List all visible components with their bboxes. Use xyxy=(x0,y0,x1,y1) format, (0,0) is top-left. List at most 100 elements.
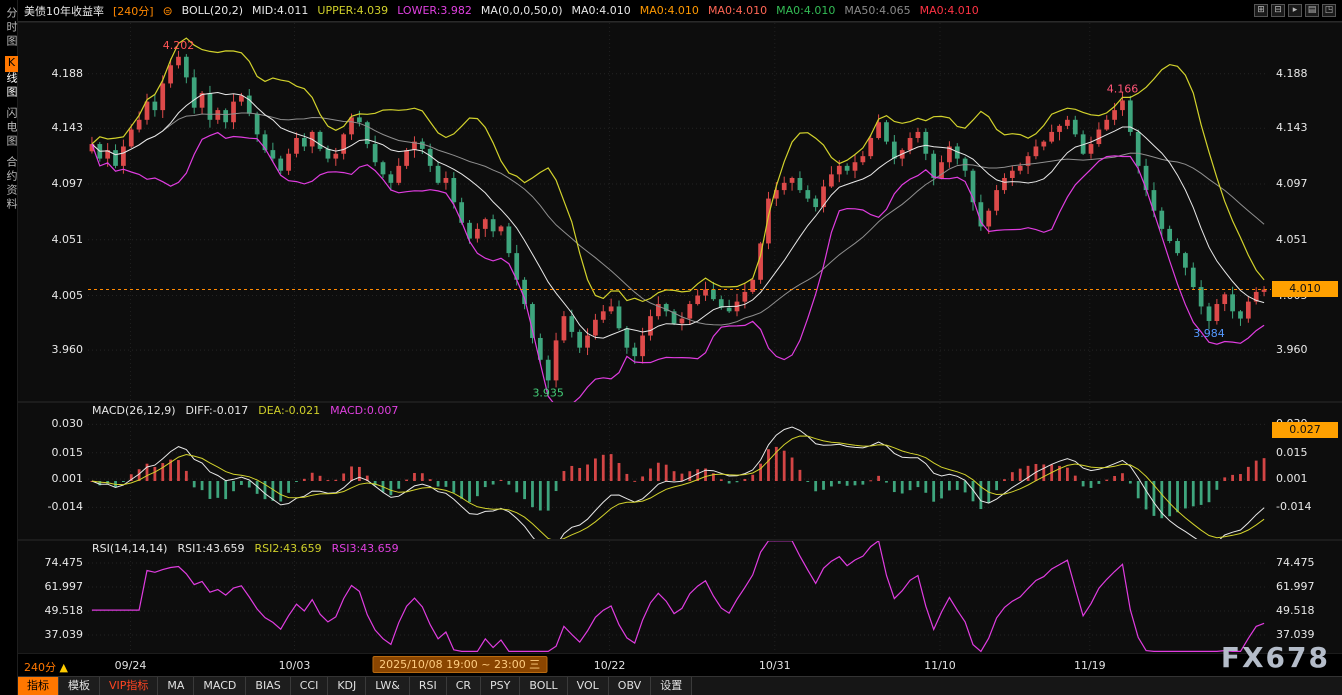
rsi-axis-label: 37.039 xyxy=(1276,629,1338,641)
rsi-axis-label: 74.475 xyxy=(1276,557,1338,569)
toolbar-item-2[interactable]: 模板 xyxy=(59,677,100,695)
price-axis-label: 3.960 xyxy=(1276,344,1338,356)
macd-axis-label: 0.001 xyxy=(1276,473,1338,485)
rsi-axis-label: 74.475 xyxy=(21,557,83,569)
sidebar-item-2[interactable]: K线图 xyxy=(3,56,19,100)
sidebar-item-4[interactable]: 合约资料 xyxy=(3,156,19,212)
layout-grid-icon[interactable]: ⊞ xyxy=(1254,4,1268,17)
macd-label: MACD(26,12,9) xyxy=(92,404,176,417)
rsi1-value: RSI1:43.659 xyxy=(177,542,244,555)
price-axis-label: 4.188 xyxy=(1276,68,1338,80)
chart-canvas[interactable]: 4.202 4.166 3.935 3.984 xyxy=(0,0,1342,695)
rsi2-value: RSI2:43.659 xyxy=(255,542,322,555)
play-icon[interactable]: ▸ xyxy=(1288,4,1302,17)
ma-value-2: MA0:4.010 xyxy=(640,4,699,17)
ma-value-6: MA0:4.010 xyxy=(920,4,979,17)
bottom-toolbar: 指标模板VIP指标MAMACDBIASCCIKDJLW&RSICRPSYBOLL… xyxy=(18,676,1342,695)
svg-text:4.202: 4.202 xyxy=(163,39,195,52)
macd-dea-value: DEA:-0.021 xyxy=(258,404,320,417)
ma-value-4: MA0:4.010 xyxy=(776,4,835,17)
toolbar-item-5[interactable]: MACD xyxy=(194,677,246,695)
x-axis-tick: 11/19 xyxy=(1074,659,1106,672)
macd-header: MACD(26,12,9) DIFF:-0.017 DEA:-0.021 MAC… xyxy=(92,404,398,417)
price-axis-label: 4.005 xyxy=(21,290,83,302)
ma-label: MA(0,0,0,50,0) xyxy=(481,4,563,17)
trading-terminal: 4.202 4.166 3.935 3.984 分时图 K线图闪电图合约资料 美债10年… xyxy=(0,0,1342,695)
rsi-header: RSI(14,14,14) RSI1:43.659 RSI2:43.659 RS… xyxy=(92,542,399,555)
ma-value-3: MA0:4.010 xyxy=(708,4,767,17)
price-axis-label: 3.960 xyxy=(21,344,83,356)
price-axis-label: 4.143 xyxy=(21,122,83,134)
rsi-label: RSI(14,14,14) xyxy=(92,542,167,555)
window-controls: ⊞⊟▸▤◳ xyxy=(1251,4,1336,17)
price-axis-label: 4.097 xyxy=(21,178,83,190)
toolbar-item-1[interactable]: 指标 xyxy=(18,677,59,695)
x-axis-tick: 10/31 xyxy=(759,659,791,672)
last-price-badge: 4.010 xyxy=(1272,281,1338,297)
svg-text:4.166: 4.166 xyxy=(1107,82,1139,95)
toolbar-item-12[interactable]: PSY xyxy=(481,677,520,695)
toolbar-item-11[interactable]: CR xyxy=(447,677,481,695)
watermark: FX678 xyxy=(1221,641,1330,674)
layout-rows-icon[interactable]: ▤ xyxy=(1305,4,1319,17)
macd-value: MACD:0.007 xyxy=(330,404,398,417)
symbol-title: 美债10年收益率 xyxy=(24,3,104,19)
price-axis-label: 4.097 xyxy=(1276,178,1338,190)
macd-diff-value: DIFF:-0.017 xyxy=(186,404,249,417)
macd-axis-label: 0.015 xyxy=(21,447,83,459)
boll-mid-value: MID:4.011 xyxy=(252,4,308,17)
price-axis-label: 4.051 xyxy=(21,234,83,246)
rsi-axis-label: 49.518 xyxy=(21,605,83,617)
ma-values: MA0:4.010 MA0:4.010 MA0:4.010 MA0:4.010 MA50… xyxy=(572,4,979,17)
rsi3-value: RSI3:43.659 xyxy=(332,542,399,555)
price-axis-label: 4.051 xyxy=(1276,234,1338,246)
toolbar-item-9[interactable]: LW& xyxy=(366,677,410,695)
x-axis-tick: 11/10 xyxy=(924,659,956,672)
left-sidebar: 分时图 K线图闪电图合约资料 xyxy=(0,0,18,695)
boll-label: BOLL(20,2) xyxy=(182,4,243,17)
macd-axis-label: 0.001 xyxy=(21,473,83,485)
hotkey-badge: K xyxy=(5,56,18,72)
toolbar-item-16[interactable]: 设置 xyxy=(651,677,692,695)
rsi-axis-label: 61.997 xyxy=(21,581,83,593)
macd-axis-label: -0.014 xyxy=(1276,501,1338,513)
toolbar-item-6[interactable]: BIAS xyxy=(246,677,290,695)
layout-corner-icon[interactable]: ◳ xyxy=(1322,4,1336,17)
toolbar-item-15[interactable]: OBV xyxy=(609,677,651,695)
boll-upper-value: UPPER:4.039 xyxy=(317,4,388,17)
period-text: 240分 xyxy=(24,661,56,674)
x-axis: 240分 ▲ 09/24 10/03 10/22 10/31 11/10 11/19 202… xyxy=(18,654,1342,676)
toolbar-item-4[interactable]: MA xyxy=(158,677,194,695)
boll-lower-value: LOWER:3.982 xyxy=(397,4,472,17)
period-indicator[interactable]: 240分 ▲ xyxy=(24,659,68,675)
price-axis-label: 4.143 xyxy=(1276,122,1338,134)
toolbar-item-7[interactable]: CCI xyxy=(291,677,329,695)
chart-header: 美债10年收益率 [240分] ⊜ BOLL(20,2) MID:4.011 U… xyxy=(18,0,1342,22)
x-axis-tick: 09/24 xyxy=(115,659,147,672)
macd-axis-label: 0.015 xyxy=(1276,447,1338,459)
toolbar-item-3[interactable]: VIP指标 xyxy=(100,677,158,695)
svg-text:3.935: 3.935 xyxy=(532,386,564,399)
macd-axis-label: -0.014 xyxy=(21,501,83,513)
rsi-axis-label: 61.997 xyxy=(1276,581,1338,593)
price-axis-label: 4.188 xyxy=(21,68,83,80)
toolbar-item-10[interactable]: RSI xyxy=(410,677,447,695)
ma-value-1: MA0:4.010 xyxy=(572,4,631,17)
svg-text:3.984: 3.984 xyxy=(1193,327,1225,340)
ma-value-5: MA50:4.065 xyxy=(844,4,910,17)
toolbar-item-14[interactable]: VOL xyxy=(568,677,609,695)
sidebar-item-1[interactable]: 分时图 xyxy=(3,7,19,49)
layout-horizontal-icon[interactable]: ⊟ xyxy=(1271,4,1285,17)
rsi-axis-label: 49.518 xyxy=(1276,605,1338,617)
toolbar-item-8[interactable]: KDJ xyxy=(328,677,366,695)
sidebar-item-3[interactable]: 闪电图 xyxy=(3,107,19,149)
sidebar-item-label: 线图 xyxy=(5,72,18,100)
x-axis-tick: 10/22 xyxy=(594,659,626,672)
toolbar-item-13[interactable]: BOLL xyxy=(520,677,567,695)
rsi-axis-label: 37.039 xyxy=(21,629,83,641)
x-axis-tick: 10/03 xyxy=(279,659,311,672)
link-icon[interactable]: ⊜ xyxy=(163,4,173,18)
macd-value-badge: 0.027 xyxy=(1272,422,1338,438)
period-tag[interactable]: [240分] xyxy=(113,3,154,19)
session-range-label: 2025/10/08 19:00 ~ 23:00 三 xyxy=(372,656,547,673)
